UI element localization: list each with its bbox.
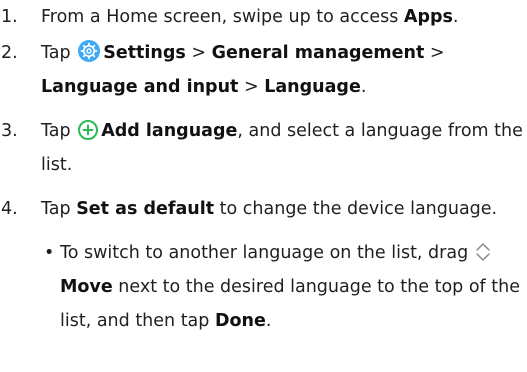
step-text-part: . bbox=[360, 77, 367, 97]
settings-label: Settings bbox=[103, 43, 186, 63]
add-language-label: Add language bbox=[101, 121, 238, 141]
step-text-part: Tap bbox=[41, 121, 71, 141]
language-label: Language bbox=[264, 77, 361, 97]
step-2: 2. Tap Settings > General management > La… bbox=[0, 36, 527, 104]
instructions-page: { "steps": [ { "number": "1.", "text_bef… bbox=[0, 0, 527, 372]
done-label: Done bbox=[214, 311, 266, 331]
move-label: Move bbox=[60, 277, 113, 297]
settings-gear-icon bbox=[78, 40, 101, 62]
step-text-part: From a Home screen, swipe up to access bbox=[41, 7, 404, 27]
bullet-text-part: next to the desired language to the top … bbox=[60, 277, 520, 331]
step-number: 1. bbox=[1, 7, 18, 27]
step-text: Tap Set as default to change the device … bbox=[41, 192, 527, 226]
step-number: 4. bbox=[1, 199, 18, 219]
step-number: 3. bbox=[1, 121, 18, 141]
step-number: 2. bbox=[1, 43, 18, 63]
steps-list: 1. From a Home screen, swipe up to acces… bbox=[0, 0, 527, 338]
step-text: Tap Add language, and select a language … bbox=[41, 114, 527, 182]
step-text: Tap Settings > General management > Langu… bbox=[41, 36, 527, 104]
set-as-default-label: Set as default bbox=[76, 199, 215, 219]
step-text-part: Tap bbox=[41, 199, 77, 219]
bullet-text-part: To switch to another language on the lis… bbox=[60, 243, 474, 263]
step-1: 1. From a Home screen, swipe up to acces… bbox=[0, 0, 527, 34]
step-3: 3. Tap Add language, and select a langua… bbox=[0, 114, 527, 182]
bullet-text-part: . bbox=[265, 311, 272, 331]
step-text-part: . bbox=[452, 7, 459, 27]
step-text-part: to change the device language. bbox=[214, 199, 498, 219]
step-text-part: Tap bbox=[41, 43, 71, 63]
language-and-input-label: Language and input bbox=[41, 77, 239, 97]
add-plus-icon bbox=[78, 120, 99, 140]
step-4: 4. Tap Set as default to change the devi… bbox=[0, 192, 527, 226]
step-text: From a Home screen, swipe up to access A… bbox=[41, 0, 527, 34]
bullet-text: To switch to another language on the lis… bbox=[60, 236, 527, 338]
general-management-label: General management bbox=[211, 43, 425, 63]
bullet-marker: • bbox=[44, 243, 55, 263]
separator: > bbox=[185, 43, 212, 63]
separator: > bbox=[238, 77, 265, 97]
sub-bullet: • To switch to another language on the l… bbox=[40, 236, 527, 338]
apps-label: Apps bbox=[403, 7, 453, 27]
move-up-down-icon bbox=[474, 241, 492, 263]
separator: > bbox=[424, 43, 445, 63]
